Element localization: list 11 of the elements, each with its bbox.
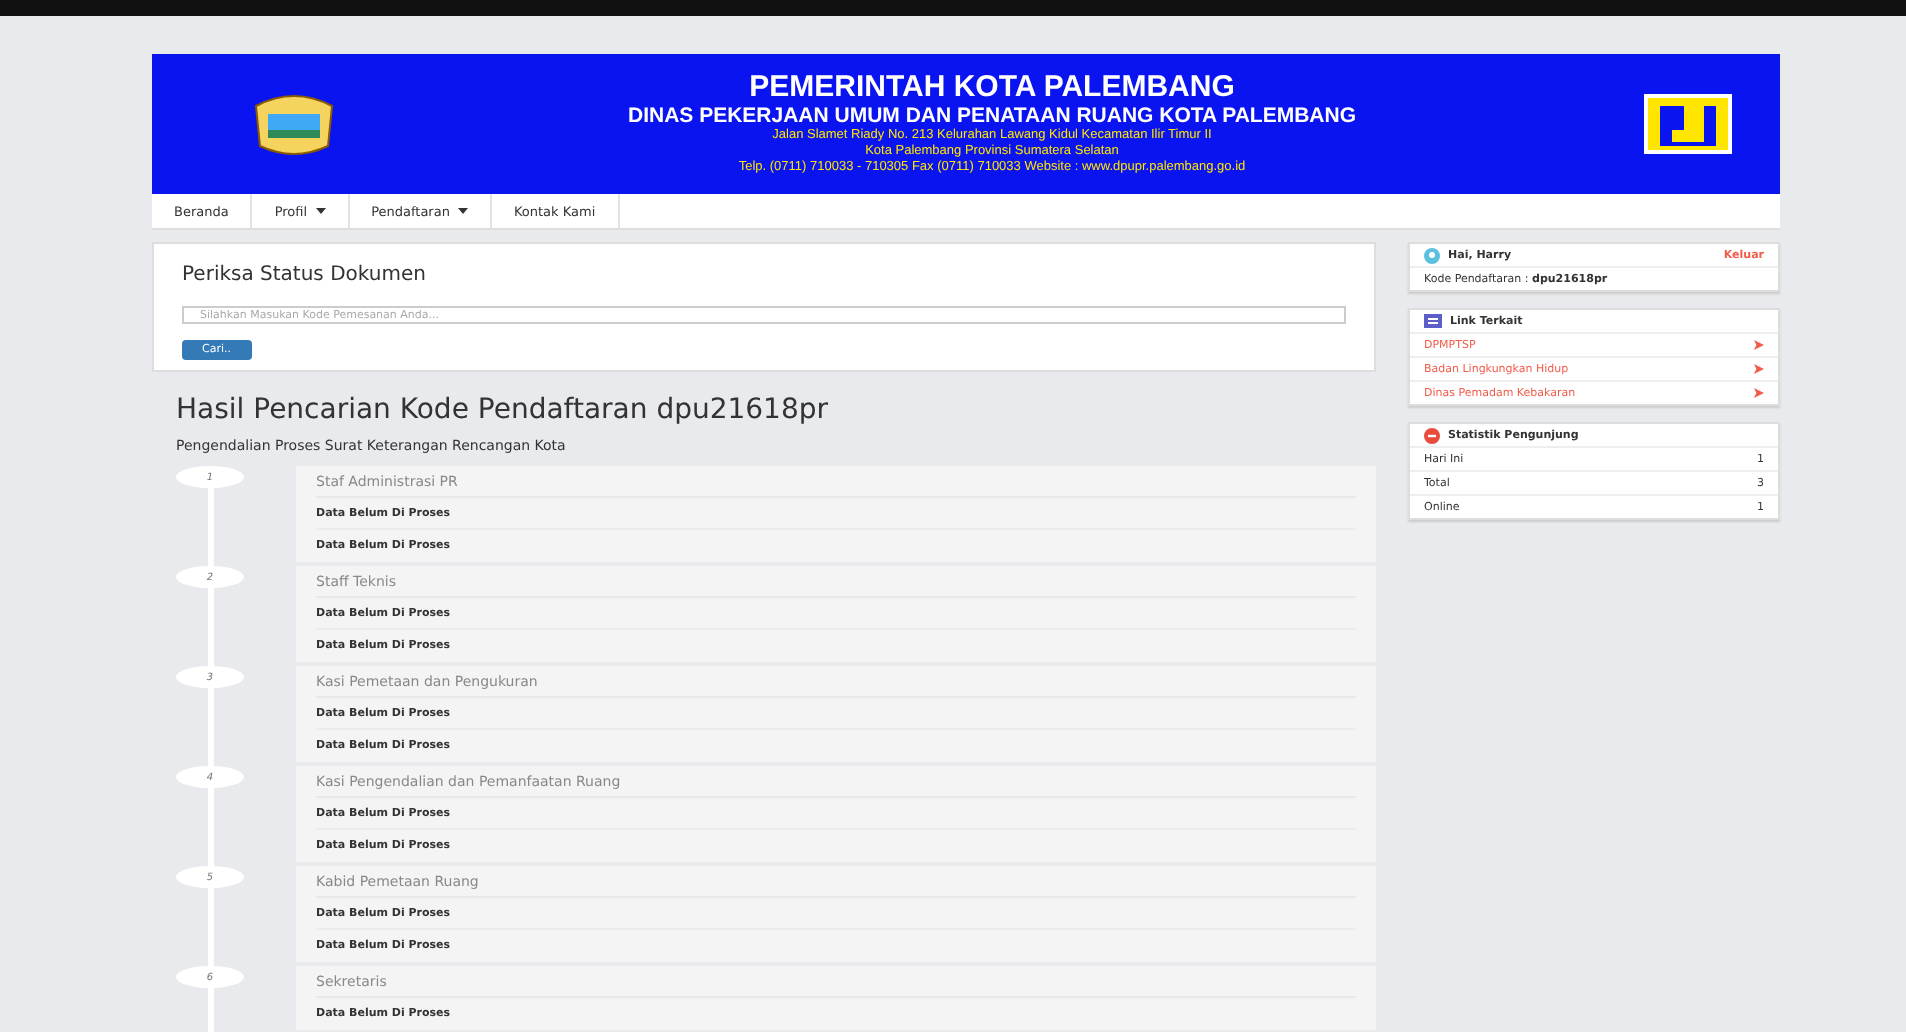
minus-circle-icon [1424,427,1440,443]
user-icon [1424,247,1440,263]
arrow-icon [1754,388,1764,398]
ministry-logo-icon [1644,94,1732,154]
card-title: Periksa Status Dokumen [182,264,428,288]
arrow-icon [1754,364,1764,374]
arrow-icon [1754,340,1764,350]
header-subtitle: DINAS PEKERJAAN UMUM DAN PENATAAN RUANG KOTA PALEMBANG [628,104,1356,128]
header-title: PEMERINTAH KOTA PALEMBANG [749,72,1235,104]
result-heading: Hasil Pencarian Kode Pendaftaran dpu21618pr [176,394,831,426]
list-icon [1424,314,1442,328]
